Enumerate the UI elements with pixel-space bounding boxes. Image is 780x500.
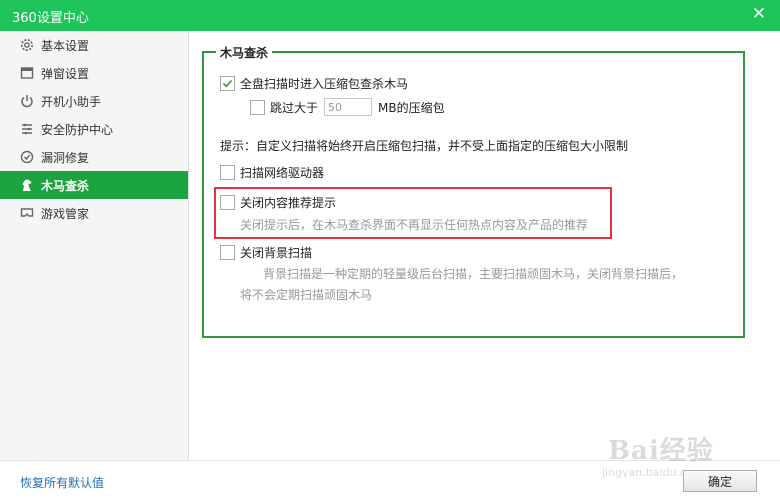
- horse-icon: [20, 178, 34, 192]
- sidebar-item-game-manager[interactable]: 游戏管家: [0, 199, 188, 227]
- sidebar-item-label: 安全防护中心: [41, 122, 114, 137]
- background-scan-desc-line1: 背景扫描是一种定期的轻量级后台扫描，主要扫描顽固木马，关闭背景扫描后，: [263, 267, 684, 281]
- option-close-background-scan: 关闭背景扫描: [220, 244, 312, 261]
- close-background-scan-label: 关闭背景扫描: [240, 246, 313, 260]
- sidebar-item-label: 弹窗设置: [41, 66, 90, 81]
- skip-larger-checkbox[interactable]: [250, 99, 265, 115]
- sidebar-item-label: 游戏管家: [41, 206, 90, 221]
- skip-larger-label-before: 跳过大于: [270, 100, 319, 115]
- skip-size-input[interactable]: [324, 98, 373, 116]
- close-icon[interactable]: ✕: [752, 4, 766, 24]
- sidebar-item-basic-settings[interactable]: 基本设置: [0, 31, 188, 59]
- close-background-scan-checkbox[interactable]: [220, 245, 235, 260]
- scan-network-driver-label: 扫描网络驱动器: [240, 166, 325, 180]
- sidebar-item-label: 漏洞修复: [41, 150, 90, 165]
- option-full-scan-compressed: 全盘扫描时进入压缩包查杀木马: [220, 75, 408, 92]
- option-scan-network-driver: 扫描网络驱动器: [220, 164, 324, 181]
- sidebar-item-popup-settings[interactable]: 弹窗设置: [0, 59, 188, 87]
- close-recommend-label: 关闭内容推荐提示: [240, 196, 337, 210]
- full-scan-compressed-checkbox[interactable]: [220, 76, 235, 91]
- patch-icon: [20, 150, 34, 164]
- sidebar-item-vulnerability-fix[interactable]: 漏洞修复: [0, 143, 188, 171]
- scan-network-driver-checkbox[interactable]: [220, 165, 235, 180]
- power-icon: [20, 94, 34, 108]
- checkmark-icon: [222, 79, 233, 88]
- restore-defaults-link[interactable]: 恢复所有默认值: [20, 474, 104, 491]
- watermark-text: Bai经验: [608, 436, 714, 466]
- sidebar: 基本设置 弹窗设置 开机小助手 安全防护中心 漏洞修复 木马查杀 游戏管家: [0, 31, 189, 460]
- sidebar-item-security-center[interactable]: 安全防护中心: [0, 115, 188, 143]
- game-icon: [20, 206, 34, 220]
- option-close-recommend: 关闭内容推荐提示: [220, 194, 336, 211]
- close-recommend-desc: 关闭提示后，在木马查杀界面不再显示任何热点内容及产品的推荐: [240, 218, 589, 232]
- option-skip-larger: 跳过大于 MB的压缩包: [250, 98, 445, 116]
- sidebar-item-label: 基本设置: [41, 38, 90, 53]
- gear-icon: [20, 38, 34, 52]
- skip-larger-label-after: MB的压缩包: [378, 100, 445, 115]
- sidebar-item-label: 开机小助手: [41, 94, 102, 109]
- sidebar-item-boot-assistant[interactable]: 开机小助手: [0, 87, 188, 115]
- window-icon: [20, 66, 34, 80]
- shield-grid-icon: [20, 122, 34, 136]
- background-scan-desc-line2: 将不会定期扫描顽固木马: [240, 288, 373, 302]
- close-recommend-checkbox[interactable]: [220, 195, 235, 210]
- full-scan-compressed-label: 全盘扫描时进入压缩包查杀木马: [240, 77, 409, 91]
- sidebar-item-label: 木马查杀: [41, 178, 90, 193]
- custom-scan-tip: 提示：自定义扫描将始终开启压缩包扫描，并不受上面指定的压缩包大小限制: [220, 139, 629, 153]
- title-bar: 360设置中心 ✕: [0, 0, 780, 31]
- ok-button[interactable]: 确定: [683, 470, 757, 492]
- window-title: 360设置中心: [12, 11, 89, 26]
- sidebar-item-trojan-scan[interactable]: 木马查杀: [0, 171, 188, 199]
- group-title: 木马查杀: [216, 44, 273, 61]
